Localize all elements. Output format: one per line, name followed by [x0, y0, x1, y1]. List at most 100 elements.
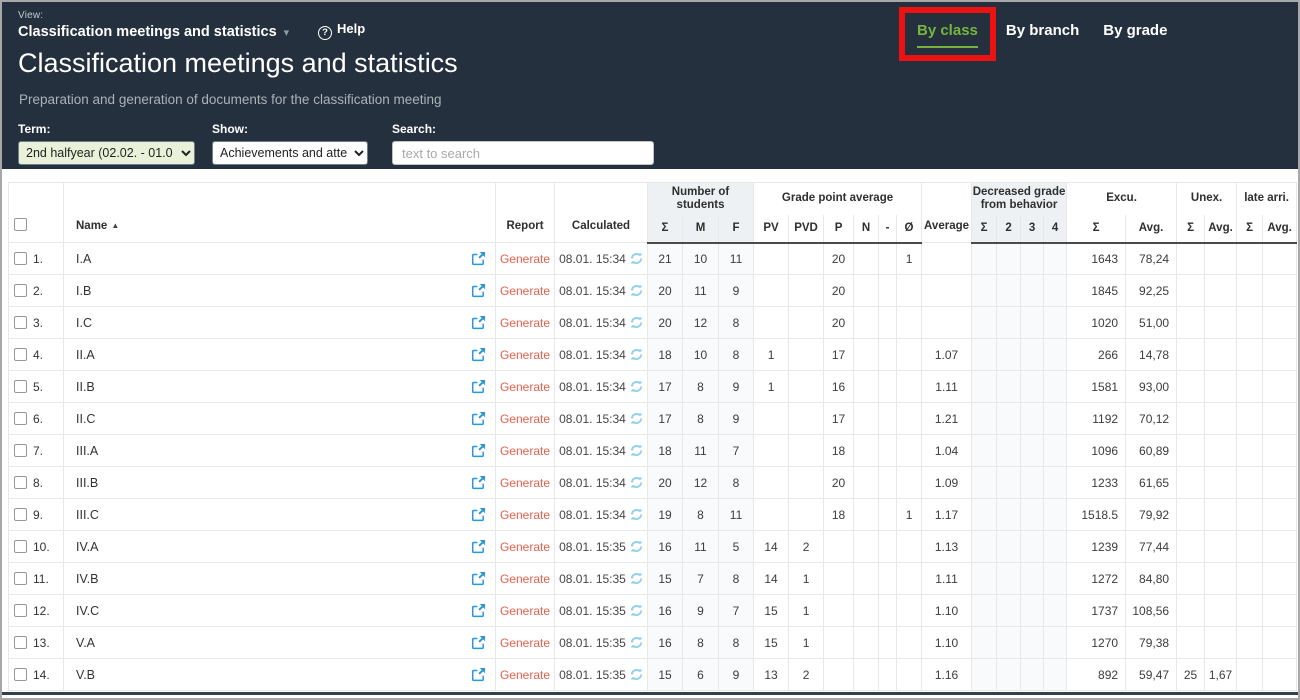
cell-gpa-pvd: 1 [789, 595, 824, 627]
cell-excused-sum: 266 [1067, 339, 1126, 371]
row-checkbox[interactable] [14, 572, 27, 585]
recalculate-icon[interactable] [630, 348, 643, 361]
subheader-gpa-pvd: PVD [789, 215, 824, 243]
cell-excused-avg: 70,12 [1126, 403, 1177, 435]
row-checkbox[interactable] [14, 636, 27, 649]
generate-report-link[interactable]: Generate [500, 604, 550, 618]
generate-report-link[interactable]: Generate [500, 636, 550, 650]
recalculate-icon[interactable] [630, 380, 643, 393]
row-checkbox[interactable] [14, 668, 27, 681]
row-checkbox[interactable] [14, 284, 27, 297]
cell-late-avg [1263, 563, 1297, 595]
class-name: IV.A [76, 540, 98, 554]
open-class-icon[interactable] [471, 379, 486, 394]
recalculate-icon[interactable] [630, 252, 643, 265]
open-class-icon[interactable] [471, 475, 486, 490]
table-row: 9. III.C Generate 08.01. 15:34 19 [9, 499, 1297, 531]
search-input[interactable] [392, 141, 654, 165]
generate-report-link[interactable]: Generate [500, 668, 550, 682]
open-class-icon[interactable] [471, 603, 486, 618]
cell-gpa-phi [897, 659, 922, 691]
subheader-behavior-3: 3 [1021, 215, 1044, 243]
cell-excused-avg: 108,56 [1126, 595, 1177, 627]
recalculate-icon[interactable] [630, 668, 643, 681]
cell-unexcused-avg [1205, 531, 1237, 563]
cell-late-avg [1263, 243, 1297, 275]
cell-behavior-4 [1044, 371, 1067, 403]
open-class-icon[interactable] [471, 411, 486, 426]
row-checkbox[interactable] [14, 412, 27, 425]
row-checkbox[interactable] [14, 380, 27, 393]
open-class-icon[interactable] [471, 283, 486, 298]
recalculate-icon[interactable] [630, 476, 643, 489]
generate-report-link[interactable]: Generate [500, 380, 550, 394]
recalculate-icon[interactable] [630, 604, 643, 617]
cell-students-female: 8 [719, 307, 754, 339]
generate-report-link[interactable]: Generate [500, 252, 550, 266]
subheader-gpa-n: N [854, 215, 879, 243]
recalculate-icon[interactable] [630, 444, 643, 457]
calculated-timestamp: 08.01. 15:34 [559, 348, 626, 362]
row-number: 4. [33, 348, 43, 362]
row-checkbox[interactable] [14, 476, 27, 489]
tab-by-class[interactable]: By class [917, 22, 978, 48]
cell-gpa-p [824, 595, 854, 627]
recalculate-icon[interactable] [630, 508, 643, 521]
cell-students-sum: 15 [648, 659, 683, 691]
cell-gpa-dash [879, 435, 897, 467]
cell-behavior-3 [1021, 499, 1044, 531]
recalculate-icon[interactable] [630, 572, 643, 585]
open-class-icon[interactable] [471, 443, 486, 458]
column-header-name[interactable]: Name▲ [64, 183, 496, 243]
open-class-icon[interactable] [471, 507, 486, 522]
view-switcher[interactable]: View: Classification meetings and statis… [18, 10, 289, 41]
recalculate-icon[interactable] [630, 412, 643, 425]
cell-students-sum: 19 [648, 499, 683, 531]
cell-late-avg [1263, 467, 1297, 499]
recalculate-icon[interactable] [630, 284, 643, 297]
row-checkbox[interactable] [14, 604, 27, 617]
row-checkbox[interactable] [14, 348, 27, 361]
open-class-icon[interactable] [471, 539, 486, 554]
open-class-icon[interactable] [471, 667, 486, 682]
cell-students-female: 8 [719, 563, 754, 595]
cell-gpa-phi [897, 531, 922, 563]
cell-gpa-pvd [789, 243, 824, 275]
tab-by-grade[interactable]: By grade [1103, 22, 1167, 39]
row-checkbox[interactable] [14, 540, 27, 553]
cell-behavior-sum [972, 275, 997, 307]
open-class-icon[interactable] [471, 347, 486, 362]
cell-behavior-sum [972, 403, 997, 435]
subheader-behavior-sum: Σ [972, 215, 997, 243]
show-select[interactable]: Achievements and attenda [212, 141, 368, 165]
generate-report-link[interactable]: Generate [500, 540, 550, 554]
cell-late-sum [1237, 499, 1263, 531]
open-class-icon[interactable] [471, 315, 486, 330]
generate-report-link[interactable]: Generate [500, 476, 550, 490]
open-class-icon[interactable] [471, 571, 486, 586]
recalculate-icon[interactable] [630, 540, 643, 553]
generate-report-link[interactable]: Generate [500, 316, 550, 330]
help-button[interactable]: ?Help [318, 21, 365, 40]
cell-students-sum: 16 [648, 595, 683, 627]
generate-report-link[interactable]: Generate [500, 572, 550, 586]
recalculate-icon[interactable] [630, 316, 643, 329]
generate-report-link[interactable]: Generate [500, 348, 550, 362]
view-value[interactable]: Classification meetings and statistics [18, 24, 277, 40]
generate-report-link[interactable]: Generate [500, 508, 550, 522]
cell-students-male: 10 [683, 243, 719, 275]
row-checkbox[interactable] [14, 444, 27, 457]
generate-report-link[interactable]: Generate [500, 444, 550, 458]
row-checkbox[interactable] [14, 508, 27, 521]
row-checkbox[interactable] [14, 252, 27, 265]
open-class-icon[interactable] [471, 251, 486, 266]
row-checkbox[interactable] [14, 316, 27, 329]
generate-report-link[interactable]: Generate [500, 412, 550, 426]
term-select[interactable]: 2nd halfyear (02.02. - 01.0 [18, 141, 195, 165]
recalculate-icon[interactable] [630, 636, 643, 649]
select-all-checkbox[interactable] [14, 218, 27, 231]
open-class-icon[interactable] [471, 635, 486, 650]
generate-report-link[interactable]: Generate [500, 284, 550, 298]
tab-by-branch[interactable]: By branch [1006, 22, 1079, 39]
cell-behavior-3 [1021, 531, 1044, 563]
